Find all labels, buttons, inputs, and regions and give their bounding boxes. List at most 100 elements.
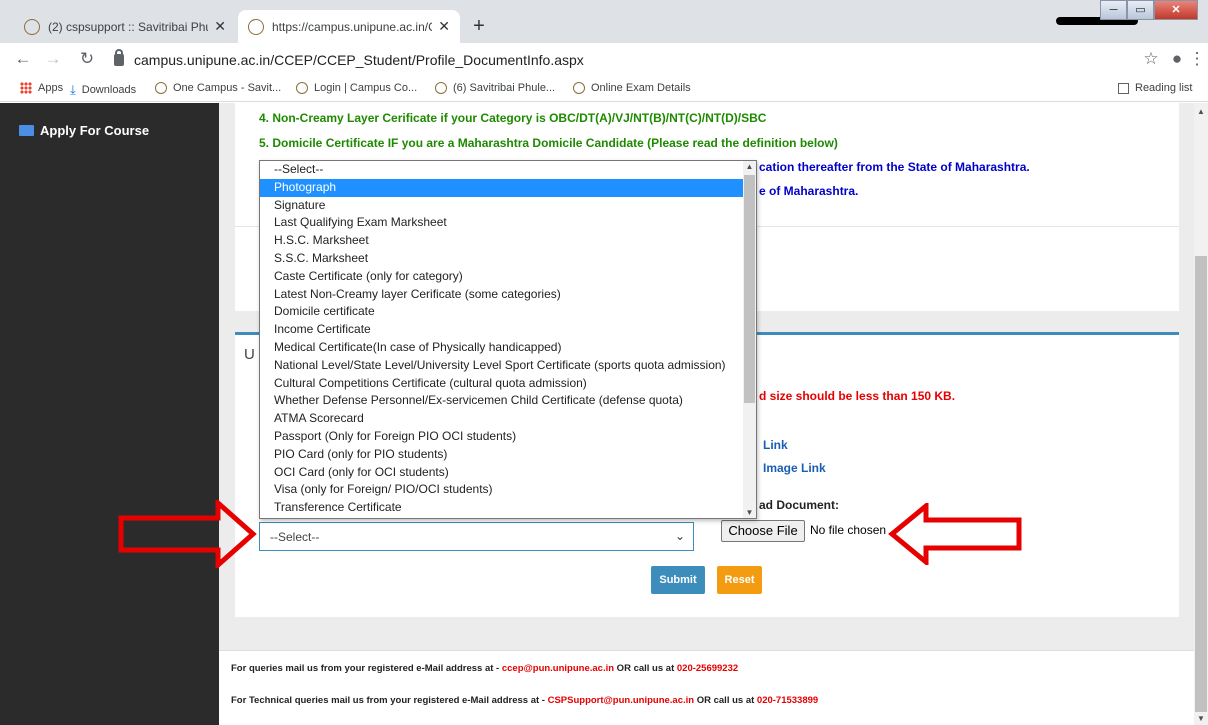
dropdown-option[interactable]: Latest Non-Creamy layer Cerificate (some…: [260, 286, 744, 304]
dropdown-option[interactable]: S.S.C. Marksheet: [260, 250, 744, 268]
domicile-definition-line-1: cation thereafter from the State of Maha…: [759, 160, 1030, 174]
address-bar[interactable]: campus.unipune.ac.in/CCEP/CCEP_Student/P…: [114, 49, 1134, 71]
submit-button[interactable]: Submit: [651, 566, 705, 594]
reload-icon[interactable]: ↻: [76, 49, 98, 69]
reset-button[interactable]: Reset: [717, 566, 762, 594]
minimize-button[interactable]: ─: [1100, 0, 1127, 20]
dropdown-option[interactable]: Visa (only for Foreign/ PIO/OCI students…: [260, 481, 744, 499]
sample-image-link[interactable]: Image Link: [763, 461, 826, 475]
dropdown-option[interactable]: Transference Certificate: [260, 499, 744, 517]
scrollbar-thumb[interactable]: [1195, 256, 1207, 712]
footer-phone: 020-71533899: [756, 695, 819, 706]
bookmark-one-campus[interactable]: One Campus - Savit...: [155, 82, 281, 94]
bookmark-savitribai[interactable]: (6) Savitribai Phule...: [435, 82, 555, 94]
window-controls: ─ ▭ ✕: [1100, 0, 1198, 20]
dropdown-option[interactable]: Last Qualifying Exam Marksheet: [260, 214, 744, 232]
tab-title: (2) cspsupport :: Savitribai Phule: [48, 19, 209, 34]
scroll-down-icon[interactable]: ▼: [1194, 714, 1208, 723]
document-type-dropdown-list[interactable]: --Select-- Photograph Signature Last Qualif…: [259, 160, 757, 519]
scroll-up-icon[interactable]: ▲: [1194, 107, 1208, 116]
browser-menu-icon[interactable]: ⋮: [1186, 49, 1208, 69]
dropdown-option[interactable]: Cultural Competitions Certificate (cultu…: [260, 375, 744, 393]
dropdown-option[interactable]: Caste Certificate (only for category): [260, 268, 744, 286]
bookmark-online-exam[interactable]: Online Exam Details: [573, 82, 691, 94]
footer-text: OR call us at: [614, 663, 677, 674]
upload-section-title: U: [244, 346, 255, 363]
bookmark-label: (6) Savitribai Phule...: [453, 82, 556, 94]
upload-document-label: ad Document:: [759, 498, 840, 512]
bookmark-label: Downloads: [81, 84, 137, 96]
tab-close-icon[interactable]: ✕: [438, 18, 450, 35]
footer-email[interactable]: ccep@pun.unipune.ac.in: [502, 663, 614, 674]
footer-text: For queries mail us from your registered…: [231, 663, 502, 674]
page-scrollbar[interactable]: ▲ ▼: [1194, 103, 1208, 725]
sample-link[interactable]: Link: [763, 438, 788, 452]
file-size-note: d size should be less than 150 KB.: [759, 389, 956, 403]
dropdown-option[interactable]: Domicile certificate: [260, 303, 744, 321]
dropdown-option[interactable]: Medical Certificate(In case of Physicall…: [260, 339, 744, 357]
dropdown-option[interactable]: Passport (Only for Foreign PIO OCI stude…: [260, 428, 744, 446]
dropdown-option[interactable]: H.S.C. Marksheet: [260, 232, 744, 250]
dropdown-option[interactable]: Signature: [260, 197, 744, 215]
bookmark-login[interactable]: Login | Campus Co...: [296, 82, 417, 94]
footer-technical-line: For Technical queries mail us from your …: [231, 695, 818, 706]
sidebar-item-label: Apply For Course: [40, 123, 150, 138]
bookmarks-bar: Apps ⤓ Downloads One Campus - Savit... L…: [0, 77, 1208, 102]
reading-list-label: Reading list: [1135, 82, 1193, 94]
site-favicon-icon: [155, 82, 167, 94]
restore-button[interactable]: ▭: [1127, 0, 1154, 20]
choose-file-button[interactable]: Choose File: [721, 520, 805, 542]
dropdown-option[interactable]: National Level/State Level/University Le…: [260, 357, 744, 375]
scroll-up-icon[interactable]: ▲: [743, 162, 756, 171]
tab-close-icon[interactable]: ✕: [214, 18, 226, 35]
instruction-item-4: 4. Non-Creamy Layer Cerificate if your C…: [259, 111, 767, 125]
reading-list-icon: [1118, 82, 1129, 94]
page-footer: For queries mail us from your registered…: [219, 650, 1194, 725]
dropdown-option[interactable]: OCI Card (only for OCI students): [260, 464, 744, 482]
scroll-down-icon[interactable]: ▼: [743, 508, 756, 517]
annotation-arrow-left-icon: [888, 503, 1022, 565]
chevron-down-icon: ⌄: [674, 529, 685, 543]
apps-grid-icon: [20, 82, 32, 94]
footer-text: For Technical queries mail us from your …: [231, 695, 548, 706]
site-favicon-icon: [435, 82, 447, 94]
bookmark-label: Apps: [38, 82, 64, 94]
instruction-item-5: 5. Domicile Certificate IF you are a Mah…: [259, 136, 838, 150]
browser-tabstrip: (2) cspsupport :: Savitribai Phule ✕ htt…: [0, 0, 1208, 43]
site-favicon-icon: [573, 82, 585, 94]
dropdown-option[interactable]: ATMA Scorecard: [260, 410, 744, 428]
sidebar: Apply For Course: [0, 103, 219, 725]
bookmark-star-icon[interactable]: ☆: [1140, 49, 1162, 69]
browser-tab-cspsupport[interactable]: (2) cspsupport :: Savitribai Phule ✕: [14, 10, 236, 43]
footer-text: OR call us at: [694, 695, 757, 706]
window-close-button[interactable]: ✕: [1154, 0, 1198, 20]
download-icon: ⤓: [70, 82, 76, 97]
id-card-icon: [19, 125, 34, 136]
dropdown-options: --Select-- Photograph Signature Last Qualif…: [260, 161, 744, 517]
bookmark-apps[interactable]: Apps: [20, 82, 63, 94]
dropdown-option[interactable]: Photograph: [260, 178, 744, 197]
site-favicon-icon: [296, 82, 308, 94]
dropdown-option[interactable]: Whether Defense Personnel/Ex-servicemen …: [260, 392, 744, 410]
site-favicon-icon: [24, 18, 40, 35]
reading-list-button[interactable]: Reading list: [1118, 82, 1192, 94]
browser-toolbar: ← → ↻ campus.unipune.ac.in/CCEP/CCEP_Stu…: [0, 43, 1208, 77]
tab-title: https://campus.unipune.ac.in/CCI: [272, 19, 433, 34]
dropdown-scrollbar-thumb[interactable]: [744, 175, 755, 403]
footer-email[interactable]: CSPSupport@pun.unipune.ac.in: [548, 695, 694, 706]
document-type-select[interactable]: --Select-- ⌄: [259, 522, 694, 551]
file-status-text: No file chosen: [810, 523, 887, 537]
url-text: campus.unipune.ac.in/CCEP/CCEP_Student/P…: [134, 52, 584, 68]
bookmark-downloads[interactable]: ⤓ Downloads: [70, 82, 136, 98]
browser-tab-active[interactable]: https://campus.unipune.ac.in/CCI ✕: [238, 10, 460, 43]
new-tab-button[interactable]: +: [466, 14, 492, 40]
forward-arrow-icon[interactable]: →: [42, 49, 64, 69]
profile-icon[interactable]: ●: [1166, 49, 1188, 69]
dropdown-option[interactable]: PIO Card (only for PIO students): [260, 446, 744, 464]
sidebar-item-apply-for-course[interactable]: Apply For Course: [19, 123, 149, 138]
dropdown-scrollbar[interactable]: ▲ ▼: [743, 161, 756, 518]
dropdown-option[interactable]: --Select--: [260, 161, 744, 179]
back-arrow-icon[interactable]: ←: [12, 49, 34, 69]
dropdown-option[interactable]: Income Certificate: [260, 321, 744, 339]
lock-icon: [114, 49, 124, 66]
